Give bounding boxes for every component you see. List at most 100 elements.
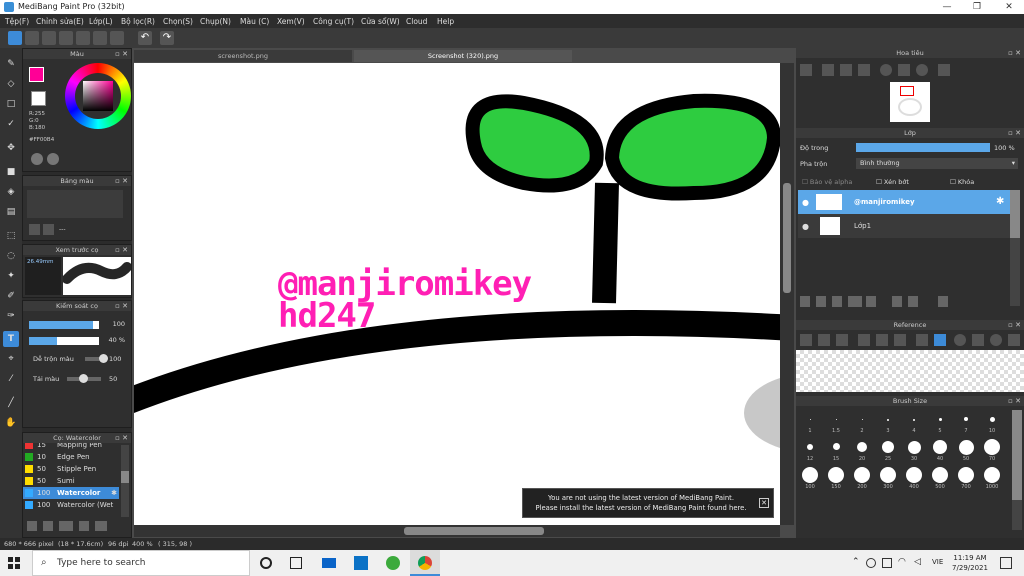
brush-item[interactable]: 15 Mapping Pen	[23, 443, 119, 451]
reference-canvas[interactable]	[796, 350, 1024, 392]
brush-size-cell[interactable]: 500	[928, 466, 952, 490]
store-icon[interactable]	[354, 556, 368, 570]
brush-size-cell[interactable]: 50	[954, 438, 978, 462]
divide-tool-icon[interactable]: ╱	[3, 395, 19, 411]
grid-icon[interactable]	[93, 31, 107, 45]
brush-item[interactable]: 100 Watercolor (Wet	[23, 499, 119, 511]
select-eraser-icon[interactable]: ✑	[3, 308, 19, 324]
brush-copy-icon[interactable]	[59, 521, 73, 531]
chrome-taskbar-button[interactable]	[410, 550, 440, 576]
maximize-button[interactable]: ❐	[962, 0, 992, 14]
duplicate-layer-icon[interactable]	[892, 296, 902, 307]
notification-center-icon[interactable]	[1000, 557, 1012, 569]
rect-tool-icon[interactable]: □	[3, 96, 19, 112]
zoom-in-icon[interactable]	[800, 64, 812, 76]
brush-size-cell[interactable]: 200	[850, 466, 874, 490]
ref-folder-icon[interactable]	[818, 334, 830, 346]
menu-view[interactable]: Xem(V)	[277, 17, 305, 26]
brush-size-cell[interactable]: 7	[954, 410, 978, 434]
minimize-button[interactable]: —	[932, 0, 962, 14]
color-square[interactable]	[83, 81, 113, 111]
brush-size-cell[interactable]: 25	[876, 438, 900, 462]
brush-size-cell[interactable]: 150	[824, 466, 848, 490]
color-mode-icon[interactable]	[31, 153, 43, 165]
ref-open-icon[interactable]	[800, 334, 812, 346]
clock[interactable]: 11:19 AM 7/29/2021	[950, 553, 990, 573]
save-icon[interactable]	[25, 31, 39, 45]
select-pen-2-icon[interactable]: ✐	[3, 288, 19, 304]
tab-screenshot-320[interactable]: Screenshot (320).png	[354, 50, 572, 62]
windows-start-icon[interactable]	[8, 557, 20, 569]
wifi-icon[interactable]: ◠	[898, 557, 906, 567]
brush-list-close-icon[interactable]: ▫ ✕	[115, 433, 128, 443]
gear-icon[interactable]: ✱	[111, 487, 117, 499]
menu-edit[interactable]: Chỉnh sửa(E)	[36, 17, 84, 26]
new-palette-icon[interactable]	[29, 224, 40, 235]
redo-icon[interactable]: ↷	[160, 31, 174, 45]
layer-settings-icon[interactable]: ✱	[996, 196, 1004, 207]
task-view-icon[interactable]	[290, 557, 302, 569]
primary-color-swatch[interactable]	[29, 67, 44, 82]
volume-icon[interactable]: ◁	[914, 557, 921, 567]
add-layer-menu-icon[interactable]	[848, 296, 862, 307]
fit-icon[interactable]	[840, 64, 852, 76]
brush-size-slider[interactable]	[29, 321, 99, 329]
brush-size-cell[interactable]: 1	[798, 410, 822, 434]
brush-size-cell[interactable]: 12	[798, 438, 822, 462]
palette-area[interactable]	[27, 190, 123, 218]
menu-layer[interactable]: Lớp(L)	[89, 17, 113, 26]
layer-row-selected[interactable]: ● @manjiromikey ✱	[798, 190, 1010, 214]
drawing-canvas[interactable]: @manjiromikey hd247	[134, 63, 780, 525]
battery-icon[interactable]	[882, 558, 892, 568]
zoom-out-icon[interactable]	[822, 64, 834, 76]
brush-size-cell[interactable]: 1000	[980, 466, 1004, 490]
delete-layer-icon[interactable]	[938, 296, 948, 307]
cloud-icon[interactable]	[8, 31, 22, 45]
navigator-close-icon[interactable]: ▫ ✕	[1008, 48, 1021, 58]
text-tool-icon[interactable]: T	[3, 331, 19, 347]
brush-size-cell[interactable]: 4	[902, 410, 926, 434]
hand-tool-icon[interactable]: ✋	[3, 415, 19, 431]
menu-cloud[interactable]: Cloud	[406, 17, 427, 26]
operation-tool-icon[interactable]: ⌖	[3, 351, 19, 367]
panel-icon[interactable]	[76, 31, 90, 45]
brush-size-cell[interactable]: 15	[824, 438, 848, 462]
ref-fit-icon[interactable]	[894, 334, 906, 346]
chevron-up-icon[interactable]: ⌃	[852, 557, 860, 567]
undo-icon[interactable]: ↶	[138, 31, 152, 45]
select-pen-icon[interactable]: ✓	[3, 116, 19, 132]
control-close-icon[interactable]: ▫ ✕	[115, 301, 128, 311]
preview-close-icon[interactable]: ▫ ✕	[115, 245, 128, 255]
ref-zoom-in-icon[interactable]	[858, 334, 870, 346]
language-indicator[interactable]: VIE	[932, 558, 943, 566]
brush-size-cell[interactable]: 5	[928, 410, 952, 434]
brush-size-cell[interactable]: 3	[876, 410, 900, 434]
mix-slider[interactable]	[85, 354, 108, 363]
brush-size-cell[interactable]: 300	[876, 466, 900, 490]
notification-close-icon[interactable]: ✕	[759, 498, 769, 508]
brush-size-cell[interactable]: 70	[980, 438, 1004, 462]
move-tool-icon[interactable]: ✥	[3, 140, 19, 156]
ref-zoom-out-icon[interactable]	[876, 334, 888, 346]
mail-icon[interactable]	[322, 558, 336, 568]
menu-capture[interactable]: Chụp(N)	[200, 17, 231, 26]
brush-size-cell[interactable]: 1.5	[824, 410, 848, 434]
merge-layer-icon[interactable]	[908, 296, 918, 307]
marquee-tool-icon[interactable]: ⬚	[3, 228, 19, 244]
magic-wand-icon[interactable]: ✦	[3, 268, 19, 284]
lasso-tool-icon[interactable]: ◌	[3, 248, 19, 264]
tray-app-icon[interactable]	[866, 558, 876, 568]
brush-size-cell[interactable]: 40	[928, 438, 952, 462]
ref-rotate-right-icon[interactable]	[990, 334, 1002, 346]
eraser-tool-icon[interactable]: ◇	[3, 76, 19, 92]
new-halftone-layer-icon[interactable]	[816, 296, 826, 307]
eye-icon[interactable]: ●	[802, 198, 809, 207]
flip-icon[interactable]	[938, 64, 950, 76]
brush-new-icon[interactable]	[43, 521, 53, 531]
brush-item-selected[interactable]: 100 Watercolor ✱	[23, 487, 119, 499]
rotate-right-icon[interactable]	[916, 64, 928, 76]
menu-tools[interactable]: Công cụ(T)	[313, 17, 354, 26]
rotate-left-icon[interactable]	[880, 64, 892, 76]
ref-eyedropper-icon[interactable]	[916, 334, 928, 346]
eyedropper-icon[interactable]: ⁄	[3, 371, 19, 387]
